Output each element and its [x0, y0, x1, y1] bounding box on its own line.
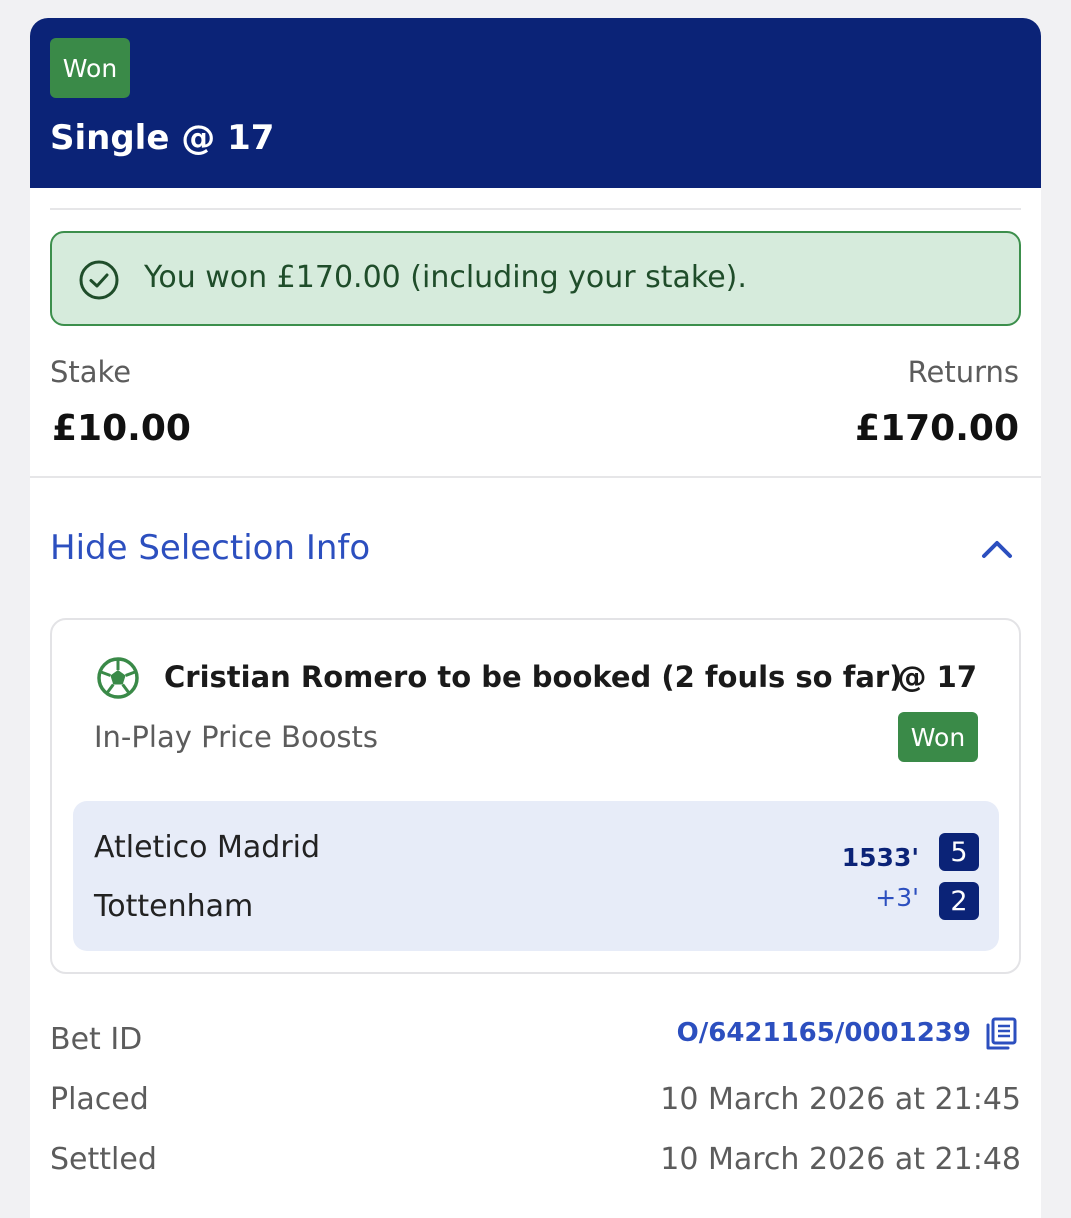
win-banner: You won £170.00 (including your stake).: [50, 231, 1021, 326]
bet-id-value[interactable]: O/6421165/0001239: [677, 1018, 971, 1048]
scoreboard: Atletico Madrid Tottenham 1533' +3' 5 2: [73, 801, 999, 951]
match-clock: 1533': [841, 843, 919, 872]
returns-label: Returns: [907, 355, 1019, 389]
hide-selection-info-toggle[interactable]: Hide Selection Info: [50, 528, 370, 568]
stake-value: £10.00: [52, 408, 191, 449]
selection-title: Cristian Romero to be booked (2 fouls so…: [164, 660, 903, 694]
stake-label: Stake: [50, 355, 132, 389]
status-badge: Won: [50, 38, 130, 98]
added-time: +3': [875, 883, 919, 912]
placed-label: Placed: [50, 1082, 149, 1117]
copy-icon[interactable]: [983, 1016, 1019, 1052]
chevron-up-icon[interactable]: [980, 534, 1014, 564]
returns-value: £170.00: [855, 408, 1019, 449]
away-team: Tottenham: [94, 889, 254, 924]
selection-status-badge: Won: [898, 712, 978, 762]
placed-value: 10 March 2026 at 21:45: [660, 1082, 1021, 1117]
check-circle-icon: [79, 260, 119, 300]
football-icon: [97, 657, 139, 699]
divider: [30, 476, 1041, 478]
win-message: You won £170.00 (including your stake).: [144, 260, 747, 295]
bet-title: Single @ 17: [50, 118, 275, 158]
selection-odds: @ 17: [897, 660, 977, 694]
home-team: Atletico Madrid: [94, 830, 321, 865]
bet-id-label: Bet ID: [50, 1022, 143, 1057]
bet-header: Won Single @ 17: [30, 18, 1041, 188]
settled-label: Settled: [50, 1142, 157, 1177]
away-score: 2: [939, 882, 979, 920]
bet-card: Won Single @ 17 You won £170.00 (includi…: [30, 18, 1041, 1218]
settled-value: 10 March 2026 at 21:48: [660, 1142, 1021, 1177]
selection-card: Cristian Romero to be booked (2 fouls so…: [50, 618, 1021, 974]
home-score: 5: [939, 833, 979, 871]
divider: [50, 208, 1021, 210]
selection-market: In-Play Price Boosts: [94, 720, 379, 754]
